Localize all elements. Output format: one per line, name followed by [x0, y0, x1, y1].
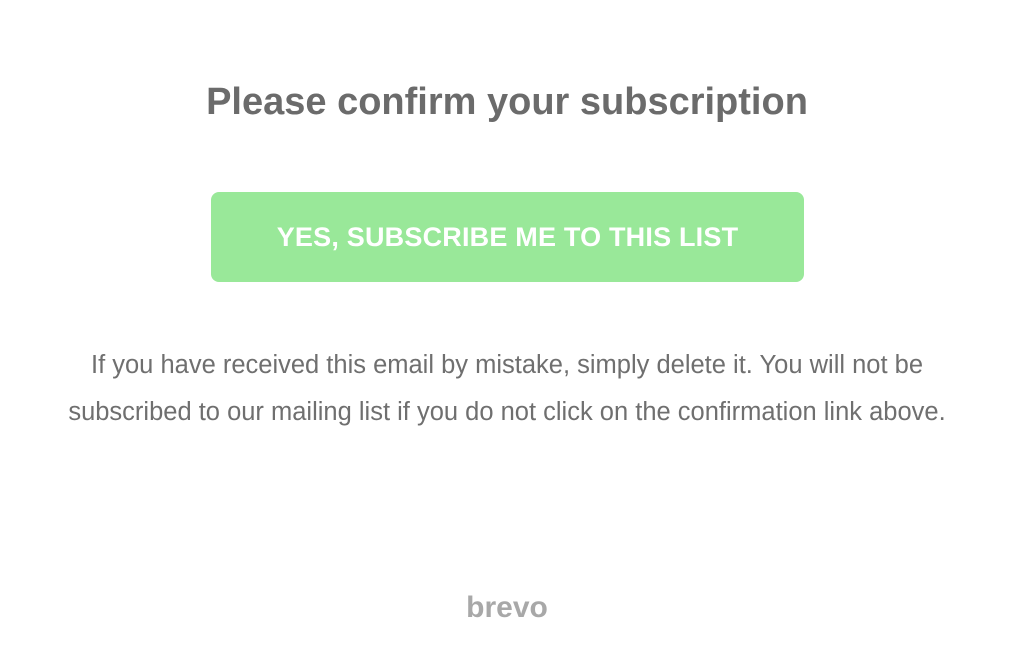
confirmation-page: Please confirm your subscription YES, SU… — [0, 0, 1020, 672]
page-title: Please confirm your subscription — [206, 81, 808, 123]
brand-logo-link[interactable]: brevo — [0, 588, 1014, 628]
subscribe-confirm-button[interactable]: YES, SUBSCRIBE ME TO THIS LIST — [211, 192, 804, 282]
disclaimer-line-2: subscribed to our mailing list if you do… — [68, 398, 946, 426]
disclaimer-line-1: If you have received this email by mista… — [91, 351, 923, 379]
disclaimer-message: If you have received this email by mista… — [0, 342, 1014, 436]
